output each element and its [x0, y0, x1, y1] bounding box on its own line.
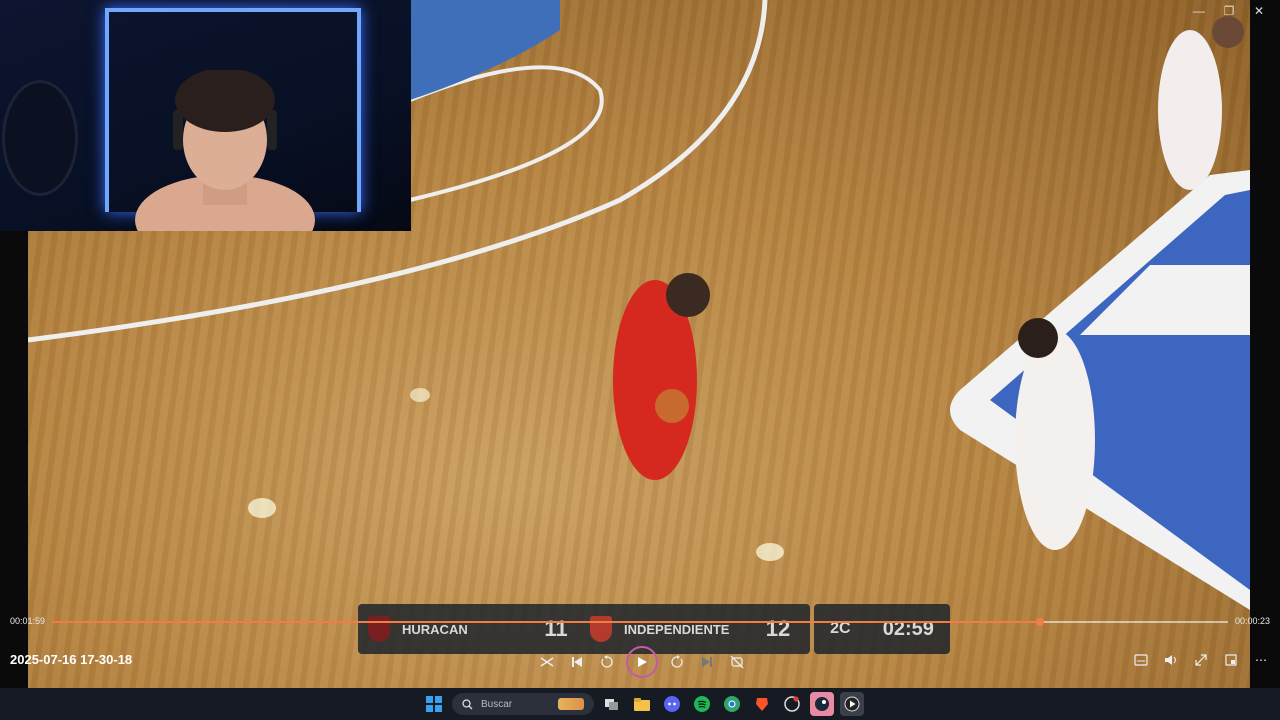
previous-icon[interactable] — [566, 648, 588, 676]
media-player-icon[interactable] — [840, 692, 864, 716]
play-button[interactable] — [626, 646, 658, 678]
file-explorer-icon[interactable] — [630, 692, 654, 716]
media-title: 2025-07-16 17-30-18 — [10, 652, 133, 667]
forward-30-icon[interactable] — [666, 648, 688, 676]
play-icon — [638, 657, 647, 667]
spotify-icon[interactable] — [690, 692, 714, 716]
next-icon[interactable] — [696, 648, 718, 676]
seek-progress — [52, 621, 1040, 623]
brave-icon[interactable] — [750, 692, 774, 716]
taskbar-search[interactable]: Buscar — [452, 693, 594, 715]
seek-bar[interactable]: 00:01:59 00:00:23 — [0, 612, 1280, 632]
seek-thumb[interactable] — [1035, 618, 1044, 626]
elapsed-time: 00:01:59 — [10, 616, 46, 626]
fullscreen-icon[interactable] — [1190, 646, 1212, 674]
desk-fan — [2, 80, 78, 196]
restore-icon[interactable]: ❐ — [1214, 2, 1244, 20]
taskbar: Buscar — [0, 688, 1280, 720]
video-letterbox-right — [1250, 0, 1280, 688]
player-controls: 2025-07-16 17-30-18 ⋯ — [0, 640, 1280, 680]
windows-start-icon[interactable] — [422, 692, 446, 716]
search-placeholder: Buscar — [481, 698, 513, 710]
seek-track[interactable] — [52, 618, 1228, 626]
player-white-background — [1158, 30, 1222, 190]
streamer — [135, 70, 315, 231]
rewind-10-icon[interactable] — [596, 648, 618, 676]
webcam-overlay — [0, 0, 411, 231]
task-view-icon[interactable] — [600, 692, 624, 716]
volume-icon[interactable] — [1160, 646, 1182, 674]
taskbar-items: Buscar — [422, 692, 864, 716]
repeat-off-icon[interactable] — [726, 648, 748, 676]
close-icon[interactable]: ✕ — [1244, 2, 1274, 20]
steam-icon[interactable] — [810, 692, 834, 716]
shuffle-icon[interactable] — [536, 648, 558, 676]
minimize-icon[interactable]: — — [1184, 2, 1214, 20]
video-frame[interactable]: — ❐ ✕ HURACAN 11 INDEPENDIENTE 12 2C 02:… — [0, 0, 1280, 688]
more-icon[interactable]: ⋯ — [1250, 646, 1272, 674]
miniplayer-icon[interactable] — [1220, 646, 1242, 674]
chrome-icon[interactable] — [720, 692, 744, 716]
game-icon[interactable] — [780, 692, 804, 716]
player-white-defender — [1015, 330, 1095, 550]
remaining-time: 00:00:23 — [1234, 616, 1270, 626]
search-icon — [462, 698, 473, 709]
discord-icon[interactable] — [660, 692, 684, 716]
subtitles-icon[interactable] — [1130, 646, 1152, 674]
playback-controls — [536, 646, 748, 678]
window-controls: — ❐ ✕ — [1184, 2, 1274, 20]
view-controls: ⋯ — [1130, 646, 1272, 674]
search-highlight-icon — [558, 698, 584, 710]
